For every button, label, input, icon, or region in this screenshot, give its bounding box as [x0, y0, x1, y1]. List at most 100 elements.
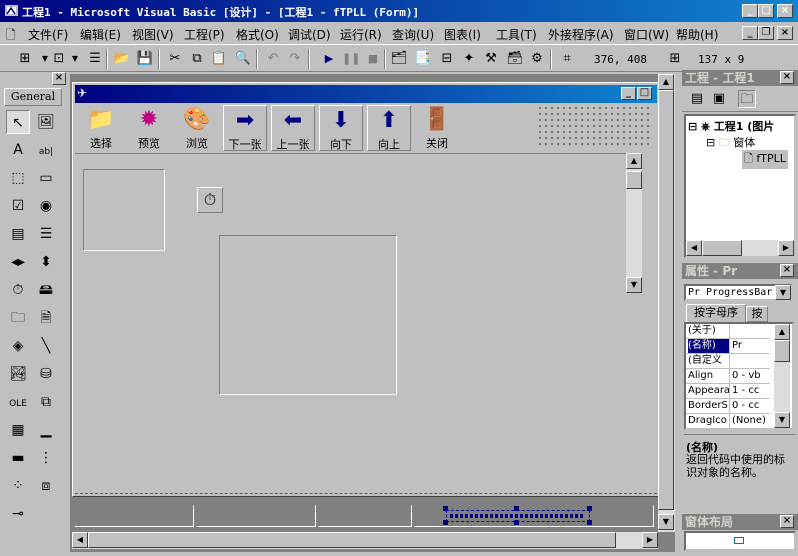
- menu-diagram[interactable]: 图表(I): [444, 26, 481, 43]
- picture-box-main[interactable]: [219, 235, 397, 395]
- form-button-arrow-right[interactable]: ➡ 下一张: [223, 105, 267, 151]
- tool-ole[interactable]: OLE: [6, 390, 30, 414]
- tool-line[interactable]: ╲: [34, 334, 58, 358]
- form-layout-icon[interactable]: ⊟: [438, 50, 456, 68]
- tool-tabstrip[interactable]: ⧉: [34, 390, 58, 414]
- property-row[interactable]: Appeara 1 - cc: [686, 384, 770, 399]
- form-scroll-thumb[interactable]: [626, 171, 642, 189]
- form-layout-preview[interactable]: [684, 531, 796, 551]
- tool-vscrollbar[interactable]: ⬍: [34, 250, 58, 274]
- tool-listview[interactable]: ⁘: [6, 474, 30, 498]
- statusbar-panel-2[interactable]: [196, 505, 316, 527]
- tool-imagelist[interactable]: ⧈: [34, 474, 58, 498]
- timer-control[interactable]: ⏱: [197, 187, 223, 213]
- minimize-button[interactable]: _: [742, 4, 758, 18]
- selection-handle[interactable]: [587, 520, 592, 525]
- tool-listbox[interactable]: ☰: [34, 222, 58, 246]
- toolbox-general-tab[interactable]: General: [4, 88, 62, 106]
- toolbox-icon[interactable]: ⚒: [482, 50, 500, 68]
- paste-icon[interactable]: 📋: [210, 50, 228, 68]
- find-icon[interactable]: 🔍: [234, 50, 252, 68]
- property-row[interactable]: Align 0 - vb: [686, 369, 770, 384]
- view-code-icon[interactable]: ▤: [688, 90, 706, 108]
- menu-editor-icon[interactable]: ☰: [86, 50, 104, 68]
- selection-handle[interactable]: [587, 506, 592, 511]
- form-layout-close-button[interactable]: ×: [780, 515, 794, 528]
- project-panel-close-button[interactable]: ×: [780, 71, 794, 84]
- tool-toolbar[interactable]: ▦: [6, 418, 30, 442]
- menu-edit[interactable]: 编辑(E): [80, 26, 121, 43]
- form-button-palette[interactable]: 🎨 浏览: [175, 105, 219, 151]
- mdi-restore-button[interactable]: ❐: [758, 26, 774, 40]
- pause-icon[interactable]: ❚❚: [342, 50, 360, 68]
- statusbar-panel-3[interactable]: [318, 505, 412, 527]
- menu-tools[interactable]: 工具(T): [496, 26, 537, 43]
- form-scroll-down-button[interactable]: ▼: [626, 277, 642, 293]
- toggle-folders-icon[interactable]: 🗀: [738, 90, 756, 108]
- tab-alphabetic[interactable]: 按字母序: [686, 304, 746, 322]
- tree-item-form[interactable]: 🗋 fTPLL: [742, 150, 788, 169]
- menu-project[interactable]: 工程(P): [184, 26, 225, 43]
- property-row[interactable]: (关于): [686, 324, 770, 339]
- tree-scroll-left-button[interactable]: ◀: [686, 240, 702, 256]
- tool-statusbar[interactable]: ▁: [34, 418, 58, 442]
- copy-icon[interactable]: ⧉: [188, 50, 206, 68]
- statusbar-panel-1[interactable]: [74, 505, 194, 527]
- object-selector-dropdown-button[interactable]: ▼: [775, 285, 791, 300]
- form-button-arrow-left[interactable]: ⬅ 上一张: [271, 105, 315, 151]
- tool-frame[interactable]: ⬚: [6, 166, 30, 190]
- selection-handle[interactable]: [514, 506, 519, 511]
- form-scroll-up-button[interactable]: ▲: [626, 153, 642, 169]
- properties-window-icon[interactable]: 📑: [414, 50, 432, 68]
- project-explorer-icon[interactable]: 🗂: [390, 50, 408, 68]
- dropdown-arrow-icon[interactable]: ▼: [66, 50, 84, 68]
- title-bar[interactable]: 工程1 - Microsoft Visual Basic [设计] - [工程1…: [0, 0, 798, 22]
- tool-optionbutton[interactable]: ◉: [34, 194, 58, 218]
- cut-icon[interactable]: ✂: [166, 50, 184, 68]
- tool-pointer[interactable]: ↖: [6, 110, 30, 134]
- form-title-bar[interactable]: ✈ _ □: [75, 85, 657, 103]
- redo-icon[interactable]: ↷: [286, 50, 304, 68]
- add-project-icon[interactable]: ⊞: [16, 50, 34, 68]
- component-manager-icon[interactable]: ⚙: [528, 50, 546, 68]
- data-view-icon[interactable]: 🗃: [506, 50, 524, 68]
- mdi-close-button[interactable]: ×: [777, 26, 793, 40]
- selection-handle[interactable]: [443, 506, 448, 511]
- selection-handle[interactable]: [443, 520, 448, 525]
- tool-slider[interactable]: ⊸: [6, 502, 30, 526]
- close-button[interactable]: ×: [777, 4, 793, 18]
- mdi-minimize-button[interactable]: _: [742, 26, 758, 40]
- menu-window[interactable]: 窗口(W): [624, 26, 669, 43]
- designer-scroll-right-button[interactable]: ▶: [642, 532, 658, 548]
- selection-handle[interactable]: [514, 520, 519, 525]
- vb-app-icon[interactable]: [4, 3, 19, 18]
- property-row[interactable]: BorderS 0 - cc: [686, 399, 770, 414]
- tool-filelist[interactable]: 🗎: [34, 306, 58, 330]
- project-tree[interactable]: ⊟ ⎈ 工程1 (图片 ⊟ 🗀 窗体 🗋 fTPLL ◀ ▶: [684, 114, 796, 258]
- designer-scroll-down-button[interactable]: ▼: [658, 514, 674, 530]
- menu-format[interactable]: 格式(O): [236, 26, 279, 43]
- designer-scroll-left-button[interactable]: ◀: [72, 532, 88, 548]
- tool-data[interactable]: ⛁: [34, 362, 58, 386]
- form-button-folder[interactable]: 📁 选择: [79, 105, 123, 151]
- property-scroll-up-button[interactable]: ▲: [774, 324, 790, 340]
- menu-query[interactable]: 查询(U): [392, 26, 434, 43]
- tool-commandbutton[interactable]: ▭: [34, 166, 58, 190]
- tool-timer[interactable]: ⏱: [6, 278, 30, 302]
- tool-shape[interactable]: ◈: [6, 334, 30, 358]
- view-object-icon[interactable]: ▣: [710, 90, 728, 108]
- tree-scroll-thumb[interactable]: [702, 240, 742, 256]
- tool-treeview[interactable]: ⋮: [34, 446, 58, 470]
- form-window-ftpll[interactable]: ✈ _ □ 📁 选择 ✹ 预览 🎨 浏览 ➡ 下一张 ⬅ 上一张 ⬇ 向下 ⬆ 向上 🚪 关闭 ⏱ ▲ ▼: [72, 82, 660, 497]
- tool-dirlist[interactable]: 🗀: [6, 306, 30, 330]
- tool-picturebox[interactable]: 🖼: [34, 110, 58, 134]
- property-row[interactable]: (名称) Pr: [686, 339, 770, 354]
- form-minimize-button[interactable]: _: [621, 87, 636, 100]
- picture-box-thumbnail[interactable]: [83, 169, 165, 251]
- property-scroll-down-button[interactable]: ▼: [774, 412, 790, 428]
- property-row[interactable]: (自定义: [686, 354, 770, 369]
- tool-combobox[interactable]: ▤: [6, 222, 30, 246]
- tool-progressbar[interactable]: ▬: [6, 446, 30, 470]
- designer-vscroll-thumb[interactable]: [658, 90, 674, 510]
- designer-hscroll-thumb[interactable]: [88, 532, 616, 548]
